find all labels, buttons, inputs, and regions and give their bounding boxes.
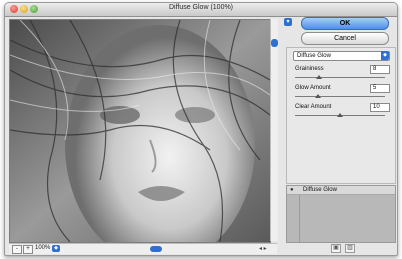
preview-bottom-bar: - + 100% ◆ ◂ ▸ (9, 243, 277, 254)
filter-select-value: Diffuse Glow (297, 53, 331, 59)
window-title: Diffuse Glow (100%) (168, 4, 234, 11)
new-effect-layer-icon[interactable]: ▣ (331, 244, 341, 253)
preview-vertical-scrollbar[interactable] (270, 19, 278, 241)
graininess-slider-thumb[interactable] (316, 75, 323, 79)
clear-amount-slider-thumb[interactable] (337, 113, 343, 117)
zoom-out-button[interactable]: - (12, 245, 22, 254)
horizontal-scroll-thumb[interactable] (150, 246, 162, 252)
preview-photo (10, 20, 270, 242)
effect-layer-name: Diffuse Glow (303, 187, 337, 193)
filter-options-panel: Diffuse Glow ◆ Graininess 8 Glow Amount … (286, 47, 396, 184)
delete-effect-layer-icon[interactable]: ▥ (344, 244, 355, 253)
collapse-panel-button[interactable]: ▾ (284, 18, 292, 26)
clear-amount-slider[interactable] (295, 113, 385, 117)
ok-button[interactable]: OK (301, 17, 389, 30)
effect-layers-panel: ● Diffuse Glow (286, 185, 396, 243)
filter-select[interactable]: Diffuse Glow ◆ (293, 51, 390, 61)
scroll-arrows-icon[interactable]: ◂ ▸ (259, 245, 267, 252)
glow-amount-field[interactable]: 5 (370, 84, 390, 93)
effect-layer-item[interactable]: ● Diffuse Glow (287, 186, 395, 195)
zoom-dropdown-button[interactable]: ◆ (52, 245, 60, 252)
filter-dialog-window: Diffuse Glow (100%) - + 100% ◆ ◂ ▸ ▾ OK … (4, 2, 398, 256)
preview-image[interactable] (9, 19, 271, 243)
filter-select-arrow-icon[interactable]: ◆ (381, 51, 389, 60)
glow-amount-slider[interactable] (295, 94, 385, 98)
glow-amount-slider-thumb[interactable] (314, 94, 321, 98)
vertical-scroll-thumb[interactable] (271, 39, 278, 47)
graininess-label: Graininess (295, 66, 324, 72)
cancel-button[interactable]: Cancel (301, 32, 389, 45)
graininess-field[interactable]: 8 (370, 65, 390, 74)
zoom-in-button[interactable]: + (23, 245, 33, 254)
glow-amount-label: Glow Amount (295, 85, 331, 91)
clear-amount-field[interactable]: 10 (370, 103, 390, 112)
clear-amount-label: Clear Amount (295, 104, 332, 110)
eye-icon[interactable]: ● (290, 187, 296, 193)
zoom-value[interactable]: 100% (35, 245, 50, 251)
graininess-slider[interactable] (295, 75, 385, 79)
layer-buttons: ▣ ▥ (331, 244, 357, 253)
title-bar: Diffuse Glow (100%) (5, 3, 397, 17)
